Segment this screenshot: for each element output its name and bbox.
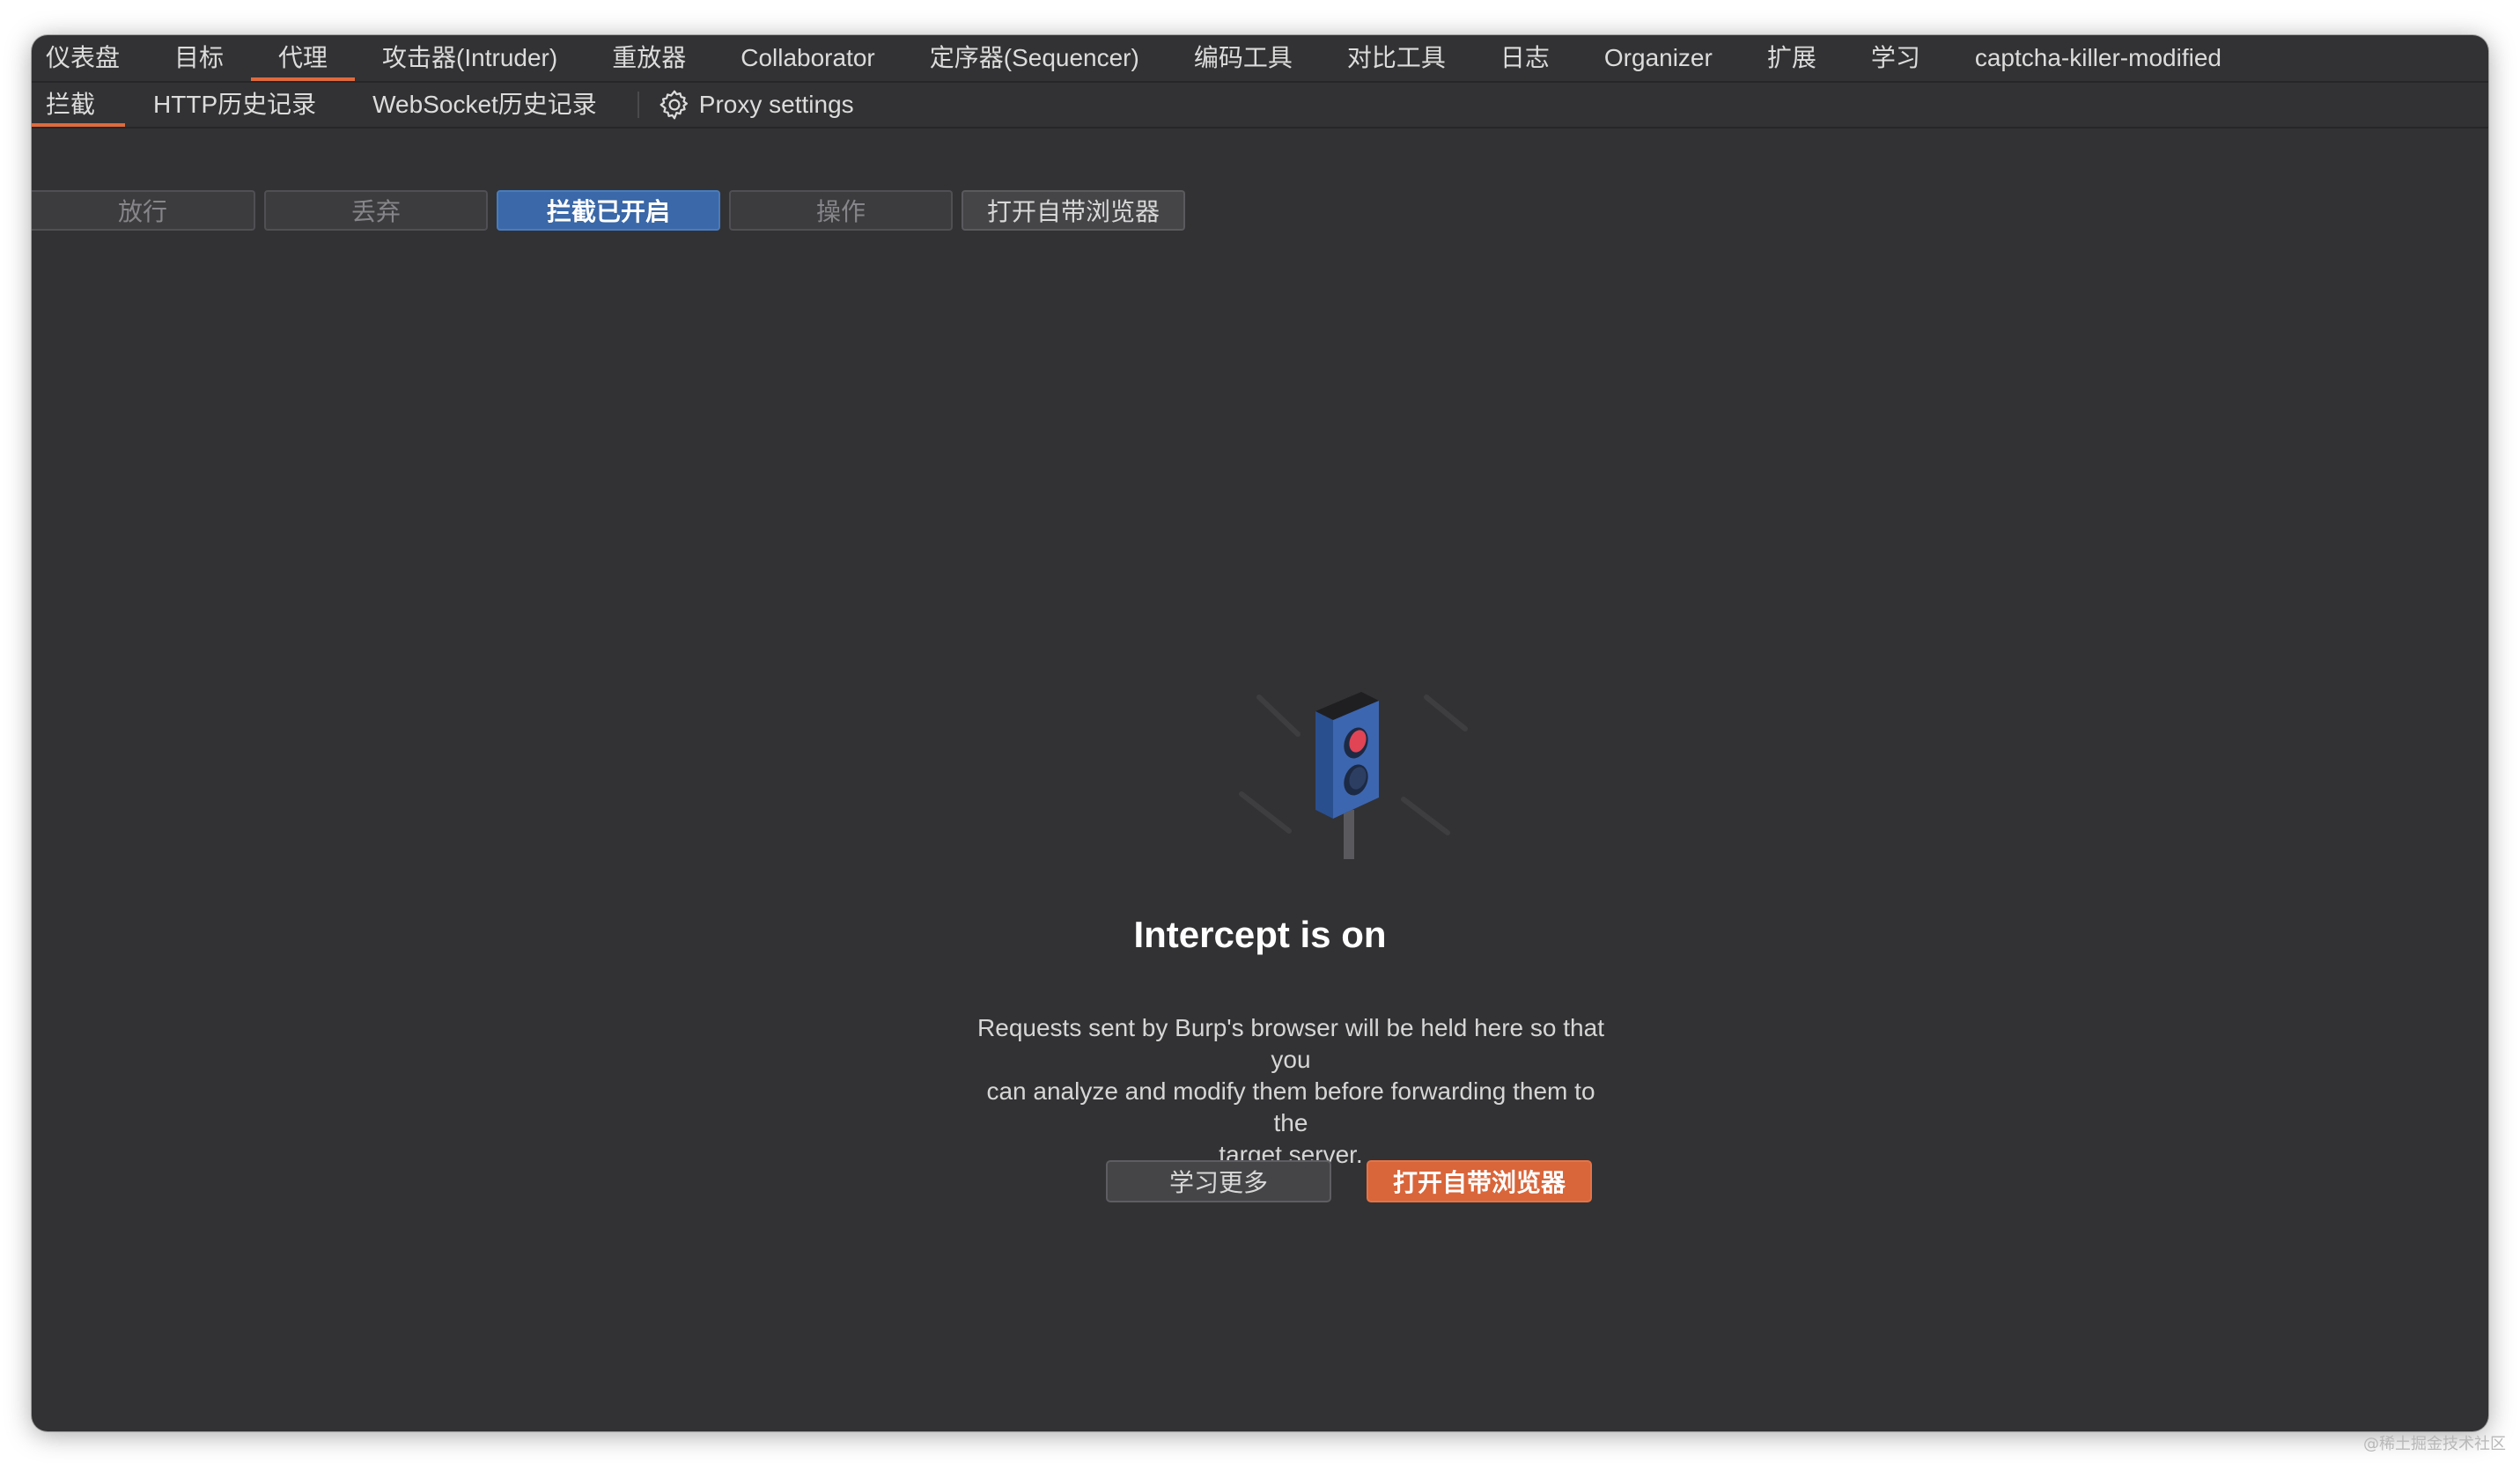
learn-more-button[interactable]: 学习更多	[1106, 1160, 1331, 1202]
tab-decoder[interactable]: 编码工具	[1167, 35, 1320, 81]
tab-proxy[interactable]: 代理	[251, 35, 356, 81]
subtab-http-history[interactable]: HTTP历史记录	[125, 83, 344, 127]
tab-logger[interactable]: 日志	[1473, 35, 1577, 81]
tab-target[interactable]: 目标	[147, 35, 251, 81]
action-button[interactable]: 操作	[729, 190, 953, 231]
sub-tab-bar: 拦截 HTTP历史记录 WebSocket历史记录 Proxy settings	[32, 83, 2488, 129]
forward-button[interactable]: 放行	[32, 190, 255, 231]
open-browser-button[interactable]: 打开自带浏览器	[962, 190, 1185, 231]
tab-dashboard[interactable]: 仪表盘	[32, 35, 147, 81]
tab-sequencer[interactable]: 定序器(Sequencer)	[903, 35, 1167, 81]
tab-learn[interactable]: 学习	[1844, 35, 1948, 81]
burp-window: 仪表盘 目标 代理 攻击器(Intruder) 重放器 Collaborator…	[32, 35, 2488, 1431]
empty-state-actions: 学习更多 打开自带浏览器	[1106, 1160, 1592, 1202]
tab-repeater[interactable]: 重放器	[585, 35, 713, 81]
tab-extensions[interactable]: 扩展	[1740, 35, 1844, 81]
gear-icon	[659, 90, 688, 120]
description-line: can analyze and modify them before forwa…	[986, 1077, 1595, 1136]
proxy-settings-button[interactable]: Proxy settings	[648, 83, 865, 127]
intercept-toolbar: 放行 丢弃 拦截已开启 操作 打开自带浏览器	[32, 190, 1185, 232]
tab-organizer[interactable]: Organizer	[1577, 35, 1740, 81]
empty-state-title: Intercept is on	[1133, 914, 1387, 955]
empty-state-description: Requests sent by Burp's browser will be …	[974, 1012, 1608, 1171]
main-tab-bar: 仪表盘 目标 代理 攻击器(Intruder) 重放器 Collaborator…	[32, 35, 2488, 83]
traffic-light-icon	[1239, 692, 1468, 859]
tab-intruder[interactable]: 攻击器(Intruder)	[355, 35, 585, 81]
proxy-settings-label: Proxy settings	[698, 91, 854, 118]
subtab-divider	[637, 92, 639, 118]
subtab-websocket-history[interactable]: WebSocket历史记录	[344, 83, 625, 127]
tab-collaborator[interactable]: Collaborator	[713, 35, 903, 81]
intercept-toggle-button[interactable]: 拦截已开启	[497, 190, 720, 231]
watermark: @稀土掘金技术社区	[2363, 1435, 2506, 1453]
open-browser-cta-button[interactable]: 打开自带浏览器	[1367, 1160, 1592, 1202]
description-line: Requests sent by Burp's browser will be …	[977, 1014, 1604, 1073]
tab-captcha-killer[interactable]: captcha-killer-modified	[1948, 35, 2249, 81]
tab-comparer[interactable]: 对比工具	[1320, 35, 1473, 81]
subtab-intercept[interactable]: 拦截	[32, 83, 126, 127]
drop-button[interactable]: 丢弃	[264, 190, 488, 231]
